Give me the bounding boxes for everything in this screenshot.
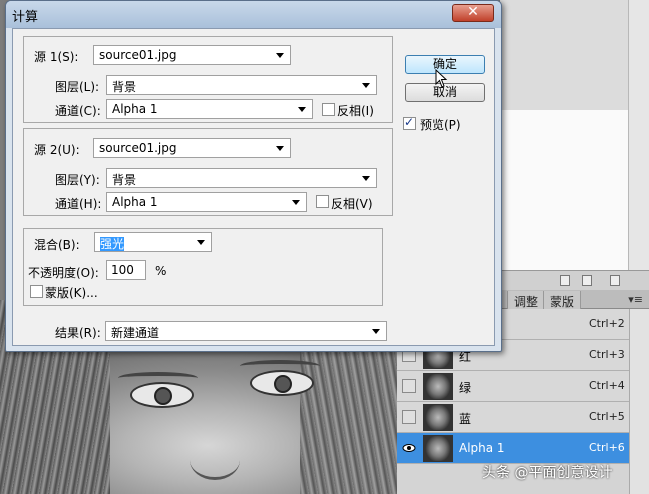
result-select[interactable]: 新建通道 — [105, 321, 387, 341]
opacity-unit: % — [155, 264, 167, 278]
new-channel-icon[interactable] — [582, 275, 592, 286]
result-label: 结果(R): — [55, 326, 101, 340]
chevron-down-icon — [197, 240, 205, 245]
chevron-down-icon — [362, 83, 370, 88]
right-eyebrow — [240, 360, 320, 366]
watermark: 头条 @平面创意设计 — [482, 465, 613, 481]
channel-thumbnail — [423, 404, 453, 431]
source1-layer-select[interactable]: 背景 — [106, 75, 377, 95]
dialog-title: 计算 — [12, 10, 39, 25]
channel-thumbnail — [423, 373, 453, 400]
right-panel-scrollbar[interactable] — [628, 0, 649, 270]
visibility-toggle[interactable] — [402, 379, 416, 393]
source1-layer-label: 图层(L): — [55, 80, 100, 94]
right-eye — [250, 370, 314, 396]
chevron-down-icon — [372, 329, 380, 334]
chevron-down-icon — [292, 200, 300, 205]
source2-invert-label: 反相(V) — [331, 197, 373, 211]
source1-label: 源 1(S): — [34, 50, 79, 64]
chevron-down-icon — [276, 53, 284, 58]
panel-menu-icon[interactable]: ▾≡ — [628, 293, 643, 306]
source2-channel-select[interactable]: Alpha 1 — [106, 192, 307, 212]
source1-channel-value: Alpha 1 — [112, 102, 158, 116]
preview-label: 预览(P) — [420, 118, 461, 132]
blend-mode-select[interactable]: 强光 — [94, 232, 212, 252]
nose — [190, 440, 240, 480]
channel-row-green[interactable]: 绿 Ctrl+4 — [397, 371, 629, 402]
result-value: 新建通道 — [111, 326, 160, 340]
source2-layer-select[interactable]: 背景 — [106, 168, 377, 188]
source2-invert-checkbox[interactable] — [316, 195, 329, 208]
source2-channel-value: Alpha 1 — [112, 195, 158, 209]
source2-file-select[interactable]: source01.jpg — [93, 138, 291, 158]
source1-channel-label: 通道(C): — [55, 104, 101, 118]
dialog-body: 源 1(S): source01.jpg 图层(L): 背景 通道(C): Al… — [12, 28, 495, 346]
channel-shortcut: Ctrl+4 — [589, 379, 625, 392]
tab-adjustments[interactable]: 调整 — [507, 291, 546, 309]
right-iris — [274, 375, 292, 393]
channel-thumbnail — [423, 435, 453, 462]
source2-label: 源 2(U): — [34, 143, 80, 157]
left-eye — [130, 382, 194, 408]
blending-group: 混合(B): 强光 不透明度(O): 100 % 蒙版(K)... — [23, 228, 383, 306]
opacity-input[interactable]: 100 — [106, 260, 146, 280]
load-selection-icon[interactable] — [560, 275, 570, 286]
mask-checkbox[interactable] — [30, 285, 43, 298]
source2-file-value: source01.jpg — [99, 141, 177, 155]
channel-shortcut: Ctrl+6 — [589, 441, 625, 454]
source1-channel-select[interactable]: Alpha 1 — [106, 99, 313, 119]
close-button[interactable]: ✕ — [452, 4, 494, 22]
channel-shortcut: Ctrl+2 — [589, 317, 625, 330]
source2-layer-label: 图层(Y): — [55, 173, 100, 187]
source2-layer-value: 背景 — [112, 173, 137, 187]
panel-canvas-blank — [500, 110, 628, 275]
source1-invert-checkbox[interactable] — [322, 103, 335, 116]
chevron-down-icon — [362, 176, 370, 181]
dialog-titlebar[interactable]: 计算 ✕ — [6, 1, 501, 28]
blend-mode-value: 强光 — [100, 237, 125, 251]
source1-layer-value: 背景 — [112, 80, 137, 94]
source2-group: 源 2(U): source01.jpg 图层(Y): 背景 通道(H): Al… — [23, 128, 393, 216]
eye-icon[interactable] — [402, 441, 416, 455]
source2-channel-label: 通道(H): — [55, 197, 102, 211]
channels-scrollbar[interactable] — [629, 309, 649, 494]
source1-invert-label: 反相(I) — [337, 104, 374, 118]
panel-footer — [500, 270, 649, 290]
blend-label: 混合(B): — [34, 238, 80, 252]
mouse-cursor-icon — [435, 69, 448, 88]
channel-shortcut: Ctrl+5 — [589, 410, 625, 423]
visibility-toggle[interactable] — [402, 410, 416, 424]
opacity-label: 不透明度(O): — [28, 266, 99, 280]
channel-name: 绿 — [459, 381, 472, 395]
chevron-down-icon — [276, 146, 284, 151]
channel-name: Alpha 1 — [459, 441, 505, 455]
left-eyebrow — [118, 372, 198, 378]
delete-channel-icon[interactable] — [610, 275, 620, 286]
channel-row-blue[interactable]: 蓝 Ctrl+5 — [397, 402, 629, 433]
mask-label: 蒙版(K)... — [45, 286, 98, 300]
source1-group: 源 1(S): source01.jpg 图层(L): 背景 通道(C): Al… — [23, 36, 393, 123]
preview-checkbox[interactable] — [403, 115, 416, 130]
left-iris — [154, 387, 172, 405]
calculations-dialog: 计算 ✕ 源 1(S): source01.jpg 图层(L): 背景 通道(C… — [5, 0, 502, 352]
source1-file-select[interactable]: source01.jpg — [93, 45, 291, 65]
tab-masks[interactable]: 蒙版 — [543, 291, 582, 309]
channel-row-alpha1[interactable]: Alpha 1 Ctrl+6 — [397, 433, 629, 464]
channel-name: 蓝 — [459, 412, 472, 426]
source1-file-value: source01.jpg — [99, 48, 177, 62]
chevron-down-icon — [298, 107, 306, 112]
channel-shortcut: Ctrl+3 — [589, 348, 625, 361]
